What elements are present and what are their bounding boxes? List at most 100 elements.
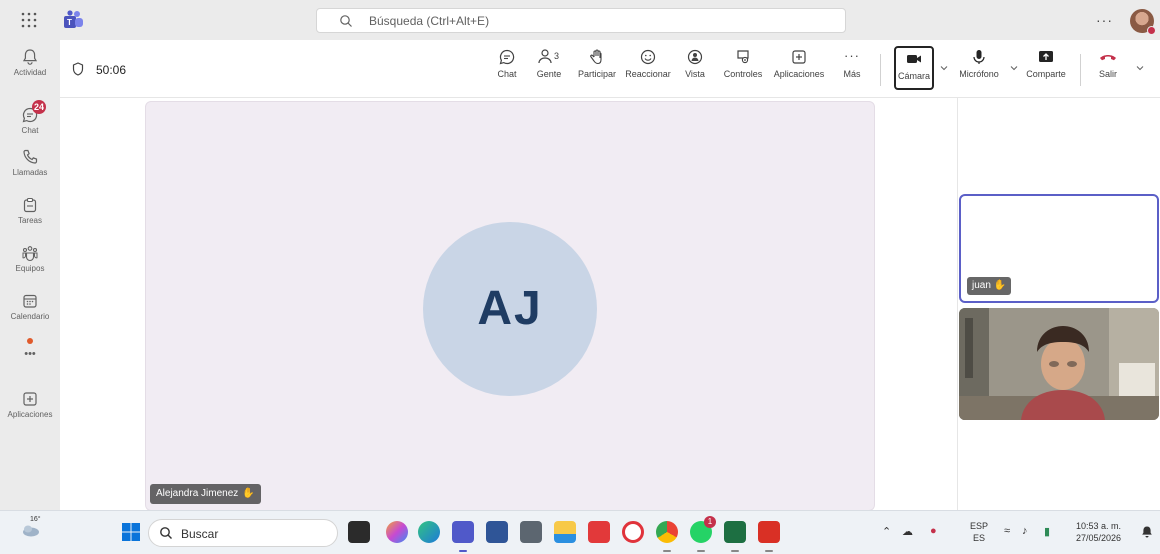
clock-date: 27/05/2026 — [1076, 533, 1122, 543]
opera-browser-icon[interactable] — [622, 521, 644, 543]
mic-button[interactable]: Micrófono — [956, 48, 1002, 79]
rail-item-calls[interactable]: Llamadas — [0, 148, 60, 177]
copilot-icon[interactable] — [386, 521, 408, 543]
people-count: 3 — [554, 51, 559, 61]
chrome-browser-icon[interactable] — [656, 521, 678, 543]
rail-item-teams[interactable]: Equipos — [0, 244, 60, 273]
rail-item-chat[interactable]: 24 Chat — [0, 100, 60, 135]
rail-item-apps[interactable]: Aplicaciones — [0, 390, 60, 419]
pdf-reader-icon[interactable] — [758, 521, 780, 543]
search-placeholder: Búsqueda (Ctrl+Alt+E) — [369, 14, 490, 28]
apps-label: Aplicaciones — [773, 69, 825, 79]
windows-taskbar: 16° Buscar 1 ⌃ ☁ ● ESP ES ≈ ♪ ▮ 10:53 a.… — [0, 510, 1160, 554]
rail-label: Chat — [21, 126, 39, 135]
controls-button[interactable]: Controles — [720, 48, 766, 79]
raise-hand-label: Participar — [577, 69, 616, 79]
teams-icon — [22, 246, 38, 262]
presence-busy-icon — [1147, 26, 1156, 35]
camera-content: Cámara — [896, 50, 932, 81]
mic-in-use-icon[interactable]: ● — [930, 525, 937, 537]
share-button[interactable]: Comparte — [1022, 48, 1070, 79]
camera-button[interactable]: Cámara — [894, 46, 934, 90]
participant-name: Alejandra Jimenez — [156, 488, 239, 499]
camera-options-chevron-icon[interactable] — [940, 64, 948, 72]
svg-text:T: T — [67, 18, 72, 27]
app-launcher-icon[interactable] — [20, 11, 38, 29]
muted-indicator-icon: ✋ — [242, 488, 255, 499]
show-hidden-icons-chevron-icon[interactable]: ⌃ — [882, 525, 891, 538]
rail-item-activity[interactable]: Actividad — [0, 48, 60, 77]
leave-button[interactable]: Salir — [1090, 48, 1126, 79]
file-explorer-icon[interactable] — [554, 521, 576, 543]
rail-item-more[interactable]: ••• — [0, 338, 60, 364]
edge-browser-icon[interactable] — [418, 521, 440, 543]
media-app-icon[interactable] — [588, 521, 610, 543]
teams-app-icon[interactable] — [452, 521, 474, 543]
rail-label: Aplicaciones — [7, 410, 53, 419]
rail-label: Actividad — [13, 68, 47, 77]
apps-button[interactable]: Aplicaciones — [770, 48, 828, 79]
hang-up-icon — [1100, 55, 1116, 61]
volume-icon[interactable]: ♪ — [1022, 525, 1028, 537]
search-icon — [160, 527, 172, 539]
leave-options-chevron-icon[interactable] — [1136, 64, 1144, 72]
chat-button[interactable]: Chat — [492, 48, 522, 79]
language-top: ESP — [970, 521, 989, 531]
notifications-bell-icon[interactable] — [1140, 525, 1154, 539]
view-label: Vista — [685, 69, 705, 79]
main-participant-tile[interactable]: AJ Alejandra Jimenez ✋ — [145, 101, 875, 511]
self-video-tile[interactable] — [959, 308, 1159, 420]
react-button[interactable]: Reaccionar — [622, 48, 674, 79]
whatsapp-icon[interactable]: 1 — [690, 516, 716, 543]
clock-time: 10:53 a. m. — [1076, 521, 1122, 531]
view-icon — [687, 49, 703, 65]
phone-icon — [23, 149, 38, 164]
language-indicator[interactable]: ESP ES — [970, 520, 988, 544]
participant-tile-juan[interactable]: juan ✋ — [959, 194, 1159, 303]
more-dots-icon: ··· — [844, 48, 860, 63]
apps-add-icon — [792, 50, 806, 64]
cloud-sync-icon[interactable]: ☁ — [902, 525, 913, 538]
battery-icon[interactable]: ▮ — [1044, 525, 1050, 538]
rail-label: Tareas — [17, 216, 42, 225]
language-bottom: ES — [973, 533, 986, 543]
shield-icon — [72, 62, 84, 76]
rail-label: Calendario — [10, 312, 50, 321]
store-icon[interactable] — [486, 521, 508, 543]
controls-icon — [737, 50, 749, 64]
hand-icon — [590, 49, 602, 65]
search-input[interactable]: Búsqueda (Ctrl+Alt+E) — [316, 8, 846, 33]
windows-start-icon[interactable] — [122, 523, 140, 541]
title-bar: T Búsqueda (Ctrl+Alt+E) ··· — [0, 0, 1160, 40]
participant-avatar: AJ — [423, 222, 597, 396]
view-button[interactable]: Vista — [680, 48, 710, 79]
more-button[interactable]: ··· Más — [838, 48, 866, 79]
people-button[interactable]: 3 Gente — [532, 48, 566, 79]
rail-item-calendar[interactable]: Calendario — [0, 292, 60, 321]
raise-hand-button[interactable]: Participar — [574, 48, 620, 79]
bell-icon — [22, 49, 38, 65]
rail-item-tasks[interactable]: Tareas — [0, 196, 60, 225]
taskbar-search-box[interactable]: Buscar — [148, 519, 338, 547]
more-label: Más — [843, 69, 861, 79]
muted-indicator-icon: ✋ — [993, 280, 1007, 291]
system-clock[interactable]: 10:53 a. m. 27/05/2026 — [1076, 520, 1121, 544]
share-label: Comparte — [1026, 69, 1066, 79]
leave-label: Salir — [1098, 69, 1117, 79]
react-label: Reaccionar — [625, 69, 671, 79]
excel-icon[interactable] — [724, 521, 746, 543]
user-avatar[interactable] — [1130, 9, 1156, 35]
task-view-icon[interactable] — [348, 521, 370, 543]
tasks-icon — [23, 197, 37, 213]
participant-name-tag: Alejandra Jimenez ✋ — [150, 484, 261, 504]
camera-icon — [907, 55, 921, 63]
meeting-toolbar: 50:06 Chat 3 Gente Participar Reaccionar… — [60, 40, 1160, 98]
camera-feed-image — [959, 308, 1159, 420]
app-rail: Actividad 24 Chat Llamadas Tareas Equipo… — [0, 40, 60, 510]
unread-badge: 24 — [32, 100, 47, 114]
more-options-button[interactable]: ··· — [1096, 12, 1113, 28]
calculator-icon[interactable] — [520, 521, 542, 543]
camera-label: Cámara — [897, 71, 930, 81]
wifi-icon[interactable]: ≈ — [1004, 525, 1010, 537]
mic-options-chevron-icon[interactable] — [1010, 64, 1018, 72]
